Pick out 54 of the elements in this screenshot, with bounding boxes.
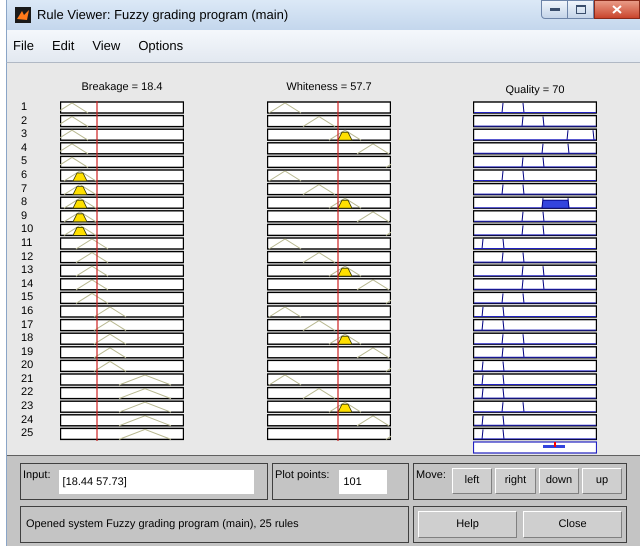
rule-number: 17: [21, 318, 34, 332]
maximize-icon: [576, 5, 586, 14]
rule-number: 12: [21, 250, 34, 264]
rule-number: 5: [21, 155, 28, 169]
menu-item[interactable]: File: [13, 36, 34, 56]
rule-number: 20: [21, 359, 34, 373]
rule-number: 24: [21, 414, 34, 428]
rule-number: 13: [21, 264, 34, 278]
plot-label: Whiteness = 57.7: [286, 80, 372, 94]
rule-number: 1: [21, 101, 28, 115]
rule-number: 15: [21, 291, 34, 305]
plot-points-field[interactable]: 101: [339, 470, 388, 494]
help-button[interactable]: Help: [418, 510, 517, 538]
rule-number: 18: [21, 332, 34, 346]
plot-label: Quality = 70: [505, 82, 564, 98]
plot-label: Breakage = 18.4: [81, 80, 163, 94]
app-icon: [15, 7, 31, 23]
menu-item[interactable]: View: [92, 36, 120, 56]
move-button[interactable]: left: [452, 468, 492, 494]
status-message: Opened system Fuzzy grading program (main), 25 rules: [26, 516, 299, 532]
rule-number: 16: [21, 304, 34, 318]
plot-points-label: Plot points:: [275, 468, 330, 483]
rule-number: 6: [21, 168, 28, 183]
rule-number: 3: [21, 128, 28, 142]
rule-number: 22: [21, 386, 34, 400]
maximize-button[interactable]: [568, 0, 594, 19]
move-button[interactable]: right: [494, 468, 536, 494]
rule-number: 25: [21, 427, 34, 441]
menu-item[interactable]: Options: [138, 36, 184, 56]
input-label: Input:: [23, 468, 51, 483]
rule-number: 19: [21, 346, 34, 360]
rule-number: 21: [21, 372, 34, 386]
rule-number: 14: [21, 278, 34, 292]
input-field[interactable]: [18.44 57.73]: [58, 470, 254, 494]
rule-number: 11: [21, 236, 34, 251]
rule-number: 23: [21, 400, 34, 414]
rule-number: 2: [21, 114, 28, 128]
rule-number: 7: [21, 182, 28, 196]
input-value-line[interactable]: [337, 101, 339, 441]
move-button[interactable]: up: [582, 468, 622, 494]
close-icon: [612, 5, 622, 14]
input-value-line[interactable]: [96, 101, 98, 441]
move-button[interactable]: down: [538, 468, 579, 494]
minimize-icon: [550, 8, 560, 12]
rule-number: 4: [21, 142, 28, 156]
minimize-button[interactable]: [541, 0, 568, 19]
window-title: Rule Viewer: Fuzzy grading program (main): [37, 6, 288, 24]
close-button[interactable]: Close: [523, 510, 622, 538]
rule-number: 10: [21, 223, 34, 237]
move-label: Move:: [416, 468, 446, 483]
menu-item[interactable]: Edit: [52, 36, 74, 56]
rule-number: 9: [21, 210, 28, 224]
close-window-button[interactable]: [594, 0, 640, 19]
rule-number: 8: [21, 196, 28, 210]
